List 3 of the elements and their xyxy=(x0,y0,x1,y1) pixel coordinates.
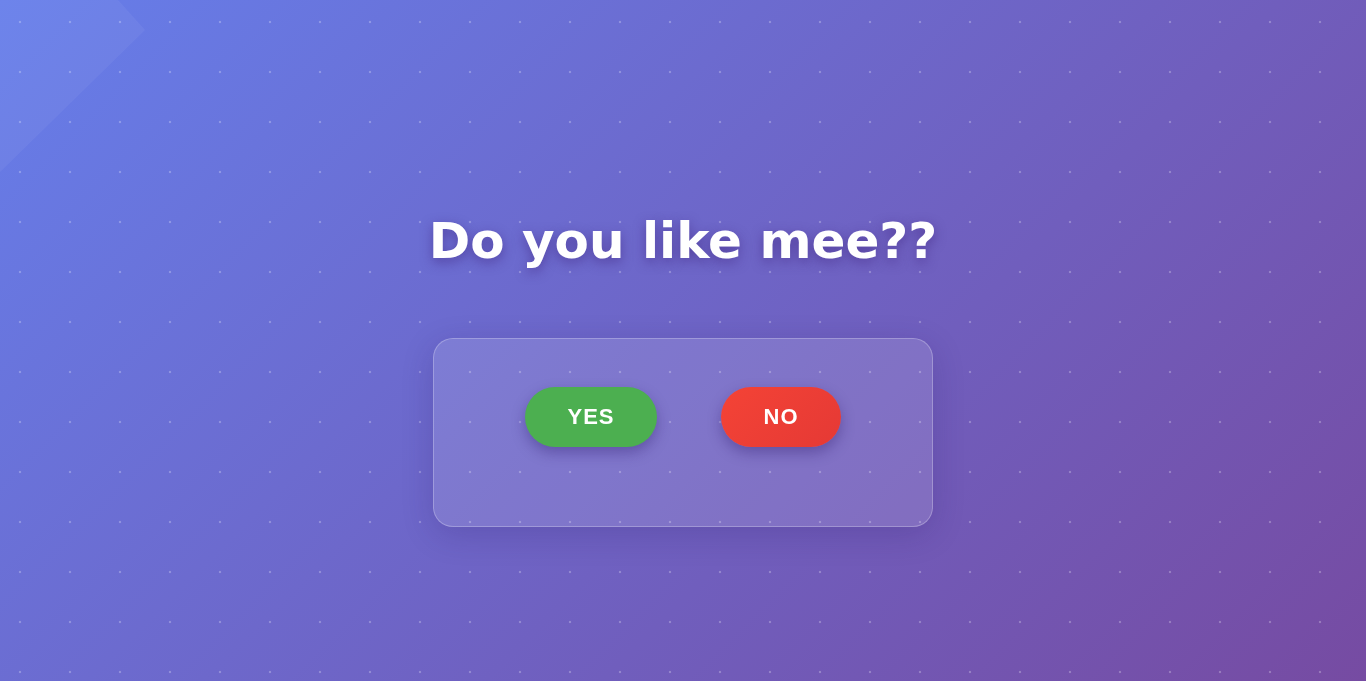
no-button[interactable]: NO xyxy=(721,387,841,447)
question-heading: Do you like mee?? xyxy=(428,211,938,272)
yes-button[interactable]: YES xyxy=(525,387,657,447)
